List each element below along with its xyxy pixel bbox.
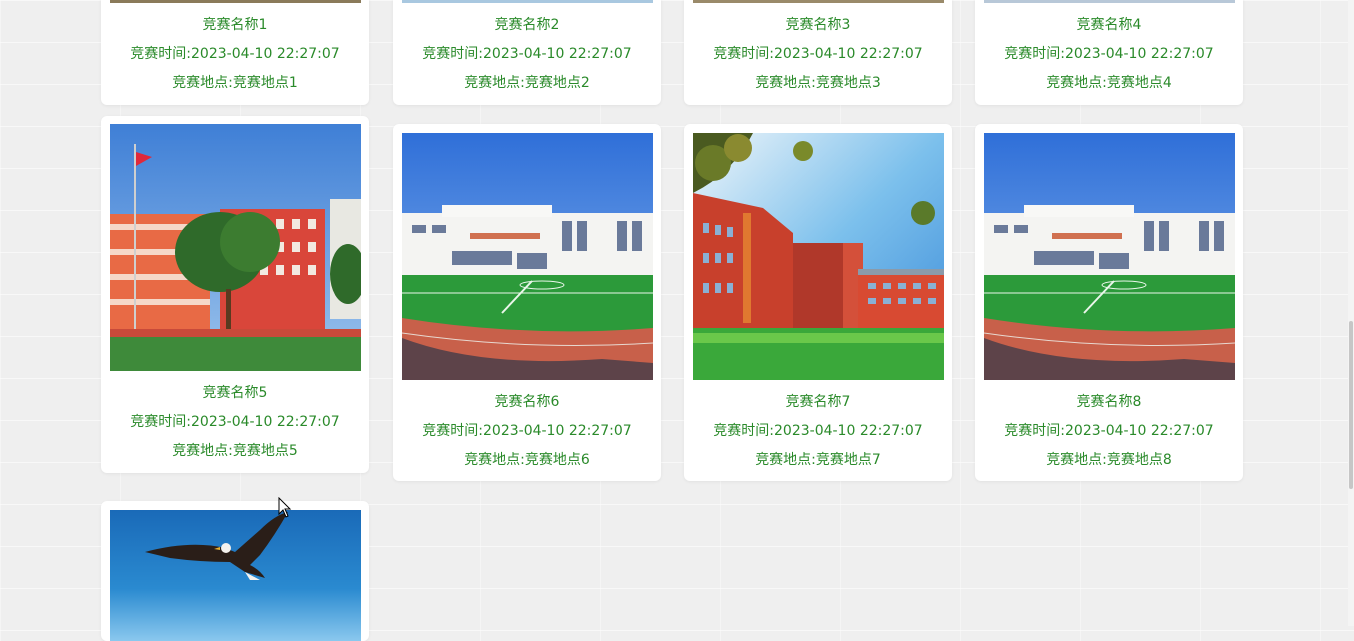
scrollbar[interactable] <box>1348 0 1354 626</box>
competition-place: 竞赛地点:竞赛地点2 <box>464 75 590 91</box>
competition-name[interactable]: 竞赛名称8 <box>975 393 1243 411</box>
competition-time: 竞赛时间:2023-04-10 22:27:07 <box>1004 46 1214 62</box>
competition-image[interactable] <box>110 510 361 641</box>
competition-place: 竞赛地点:竞赛地点7 <box>755 452 881 468</box>
competition-time: 竞赛时间:2023-04-10 22:27:07 <box>422 46 632 62</box>
competition-card[interactable]: 竞赛名称7 竞赛时间:2023-04-10 22:27:07 竞赛地点:竞赛地点… <box>684 124 952 481</box>
competition-time: 竞赛时间:2023-04-10 22:27:07 <box>130 46 340 62</box>
card-image-edge <box>984 0 1235 3</box>
competition-card[interactable]: 竞赛名称2 竞赛时间:2023-04-10 22:27:07 竞赛地点:竞赛地点… <box>393 0 661 105</box>
competition-image[interactable] <box>984 133 1235 380</box>
competition-card[interactable]: 竞赛名称4 竞赛时间:2023-04-10 22:27:07 竞赛地点:竞赛地点… <box>975 0 1243 105</box>
competition-card[interactable]: 竞赛名称3 竞赛时间:2023-04-10 22:27:07 竞赛地点:竞赛地点… <box>684 0 952 105</box>
card-image-edge <box>402 0 653 3</box>
competition-name[interactable]: 竞赛名称6 <box>393 393 661 411</box>
competition-time: 竞赛时间:2023-04-10 22:27:07 <box>130 414 340 430</box>
competition-name[interactable]: 竞赛名称2 <box>393 16 661 34</box>
competition-place: 竞赛地点:竞赛地点4 <box>1046 75 1172 91</box>
competition-image[interactable] <box>693 133 944 380</box>
mouse-cursor-icon <box>278 496 292 519</box>
card-image-edge <box>110 0 361 3</box>
competition-time: 竞赛时间:2023-04-10 22:27:07 <box>1004 423 1214 439</box>
competition-card[interactable] <box>101 501 369 641</box>
competition-place: 竞赛地点:竞赛地点1 <box>172 75 298 91</box>
competition-name[interactable]: 竞赛名称7 <box>684 393 952 411</box>
competition-time: 竞赛时间:2023-04-10 22:27:07 <box>422 423 632 439</box>
competition-time: 竞赛时间:2023-04-10 22:27:07 <box>713 46 923 62</box>
competition-place: 竞赛地点:竞赛地点6 <box>464 452 590 468</box>
scrollbar-thumb[interactable] <box>1349 321 1353 489</box>
card-image-edge <box>693 0 944 3</box>
competition-place: 竞赛地点:竞赛地点5 <box>172 443 298 459</box>
competition-name[interactable]: 竞赛名称4 <box>975 16 1243 34</box>
competition-card[interactable]: 竞赛名称1 竞赛时间:2023-04-10 22:27:07 竞赛地点:竞赛地点… <box>101 0 369 105</box>
competition-place: 竞赛地点:竞赛地点8 <box>1046 452 1172 468</box>
competition-name[interactable]: 竞赛名称5 <box>101 384 369 402</box>
competition-image[interactable] <box>402 133 653 380</box>
competition-time: 竞赛时间:2023-04-10 22:27:07 <box>713 423 923 439</box>
competition-card[interactable]: 竞赛名称5 竞赛时间:2023-04-10 22:27:07 竞赛地点:竞赛地点… <box>101 116 369 473</box>
competition-name[interactable]: 竞赛名称1 <box>101 16 369 34</box>
competition-place: 竞赛地点:竞赛地点3 <box>755 75 881 91</box>
competition-card[interactable]: 竞赛名称6 竞赛时间:2023-04-10 22:27:07 竞赛地点:竞赛地点… <box>393 124 661 481</box>
competition-image[interactable] <box>110 124 361 371</box>
competition-card[interactable]: 竞赛名称8 竞赛时间:2023-04-10 22:27:07 竞赛地点:竞赛地点… <box>975 124 1243 481</box>
competition-name[interactable]: 竞赛名称3 <box>684 16 952 34</box>
